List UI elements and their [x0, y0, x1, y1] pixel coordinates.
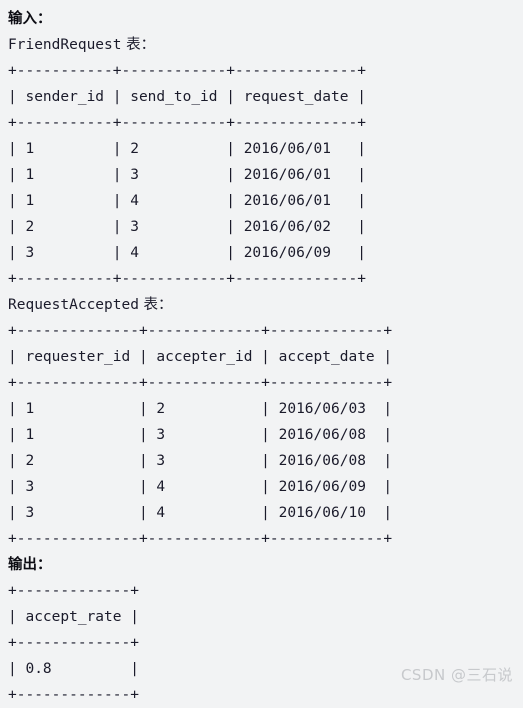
friend-request-separator-header: +-----------+------------+--------------…	[8, 115, 366, 131]
request-accepted-header-row: | requester_id | accepter_id | accept_da…	[8, 349, 393, 365]
table-row: | 1 | 4 | 2016/06/01 |	[8, 193, 366, 209]
document-body: 输入： FriendRequest 表： +-----------+------…	[0, 0, 523, 703]
request-accepted-separator-top: +--------------+-------------+----------…	[8, 323, 393, 339]
request-accepted-separator-header: +--------------+-------------+----------…	[8, 375, 393, 391]
output-separator-top: +-------------+	[8, 583, 139, 599]
table-row: | 2 | 3 | 2016/06/08 |	[8, 453, 393, 469]
table-row: | 1 | 3 | 2016/06/08 |	[8, 427, 393, 443]
friend-request-table-title: FriendRequest 表：	[8, 32, 523, 58]
request-accepted-table-name: RequestAccepted	[8, 297, 139, 313]
output-section-label: 输出：	[8, 557, 52, 573]
output-header-row: | accept_rate |	[8, 609, 139, 625]
output-separator-header: +-------------+	[8, 635, 139, 651]
output-separator-bottom: +-------------+	[8, 687, 139, 703]
friend-request-table-title-suffix: 表：	[121, 37, 156, 53]
request-accepted-separator-bottom: +--------------+-------------+----------…	[8, 531, 393, 547]
table-row: | 1 | 2 | 2016/06/03 |	[8, 401, 393, 417]
friend-request-separator-bottom: +-----------+------------+--------------…	[8, 271, 366, 287]
table-row: | 1 | 3 | 2016/06/01 |	[8, 167, 366, 183]
friend-request-separator-top: +-----------+------------+--------------…	[8, 63, 366, 79]
csdn-watermark: CSDN @三石说	[400, 666, 513, 684]
table-row: | 3 | 4 | 2016/06/09 |	[8, 245, 366, 261]
friend-request-table-name: FriendRequest	[8, 37, 122, 53]
input-section-label: 输入：	[8, 11, 52, 27]
table-row: | 1 | 2 | 2016/06/01 |	[8, 141, 366, 157]
friend-request-header-row: | sender_id | send_to_id | request_date …	[8, 89, 366, 105]
table-row: | 2 | 3 | 2016/06/02 |	[8, 219, 366, 235]
request-accepted-table-title: RequestAccepted 表：	[8, 292, 523, 318]
request-accepted-table-title-suffix: 表：	[138, 297, 173, 313]
table-row: | 3 | 4 | 2016/06/10 |	[8, 505, 393, 521]
table-row: | 3 | 4 | 2016/06/09 |	[8, 479, 393, 495]
